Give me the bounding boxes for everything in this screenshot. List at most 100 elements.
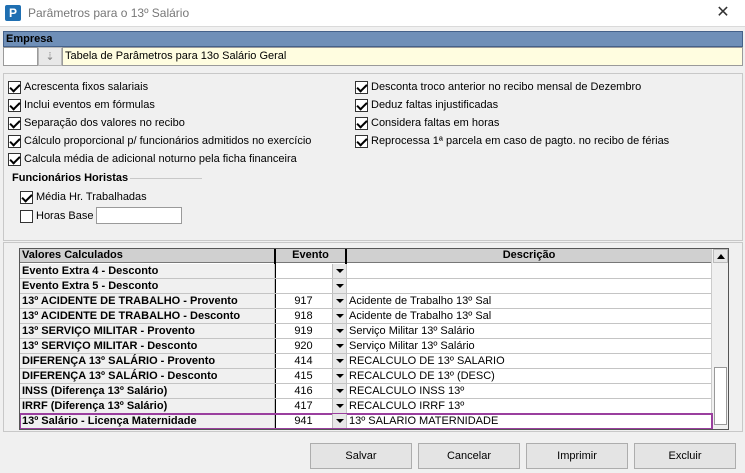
evento-value[interactable]: 919 (275, 324, 332, 338)
table-row[interactable]: Evento Extra 4 - Desconto (20, 264, 712, 279)
chevron-down-icon[interactable] (332, 324, 346, 338)
cell-evento[interactable]: 415 (275, 369, 347, 383)
checkbox-box[interactable] (355, 98, 368, 112)
cell-valor-calculado[interactable]: Evento Extra 5 - Desconto (20, 279, 275, 293)
chevron-down-icon[interactable] (332, 369, 346, 383)
cell-valor-calculado[interactable]: 13º ACIDENTE DE TRABALHO - Provento (20, 294, 275, 308)
empresa-name-field[interactable]: Tabela de Parâmetros para 13o Salário Ge… (62, 47, 743, 66)
table-row[interactable]: 13º ACIDENTE DE TRABALHO - Desconto 918 Ac… (20, 309, 712, 324)
empresa-code-field[interactable] (3, 47, 38, 66)
cell-descricao[interactable]: RECALCULO DE 13º (DESC) (347, 369, 712, 383)
table-row[interactable]: INSS (Diferença 13º Salário) 416 RECALCULO… (20, 384, 712, 399)
chevron-down-icon[interactable] (332, 414, 346, 428)
checkbox-box[interactable] (355, 80, 368, 94)
cell-descricao[interactable]: RECALCULO DE 13º SALARIO (347, 354, 712, 368)
cell-evento[interactable] (275, 279, 347, 293)
evento-value[interactable] (275, 279, 332, 293)
cancelar-button[interactable]: Cancelar (418, 443, 520, 469)
table-row[interactable]: 13º SERVIÇO MILITAR - Provento 919 Serviço… (20, 324, 712, 339)
scroll-thumb[interactable] (714, 367, 727, 425)
cell-descricao[interactable] (347, 279, 712, 293)
horas-base-input[interactable] (96, 207, 182, 224)
cell-descricao[interactable]: Serviço Militar 13º Salário (347, 339, 712, 353)
table-row[interactable]: DIFERENÇA 13º SALÁRIO - Desconto 415 RECAL… (20, 369, 712, 384)
chevron-down-icon[interactable] (332, 279, 346, 293)
evento-value[interactable]: 414 (275, 354, 332, 368)
chevron-down-icon[interactable] (332, 294, 346, 308)
evento-value[interactable]: 415 (275, 369, 332, 383)
checkbox-horas-base[interactable]: Horas Base (20, 209, 93, 223)
scroll-up-icon[interactable] (713, 249, 728, 263)
cell-valor-calculado[interactable]: 13º SERVIÇO MILITAR - Provento (20, 324, 275, 338)
cell-valor-calculado[interactable]: INSS (Diferença 13º Salário) (20, 384, 275, 398)
chevron-down-icon[interactable] (332, 339, 346, 353)
checkbox-desconta-troco[interactable]: Desconta troco anterior no recibo mensal… (355, 80, 641, 94)
checkbox-separacao-valores[interactable]: Separação dos valores no recibo (8, 116, 185, 130)
cell-evento[interactable]: 416 (275, 384, 347, 398)
table-row[interactable]: 13º Salário - Licença Maternidade 941 13º … (20, 413, 713, 429)
evento-value[interactable] (275, 264, 332, 278)
cell-valor-calculado[interactable]: DIFERENÇA 13º SALÁRIO - Desconto (20, 369, 275, 383)
cell-valor-calculado[interactable]: Evento Extra 4 - Desconto (20, 264, 275, 278)
checkbox-box[interactable] (8, 134, 21, 148)
cell-evento[interactable] (275, 264, 347, 278)
checkbox-media-adicional-noturno[interactable]: Calcula média de adicional noturno pela … (8, 152, 297, 166)
chevron-down-icon[interactable] (332, 354, 346, 368)
evento-value[interactable]: 920 (275, 339, 332, 353)
header-descricao[interactable]: Descrição (347, 249, 712, 263)
table-row[interactable]: IRRF (Diferença 13º Salário) 417 RECALCULO… (20, 399, 712, 414)
cell-evento[interactable]: 918 (275, 309, 347, 323)
cell-valor-calculado[interactable]: IRRF (Diferença 13º Salário) (20, 399, 275, 413)
checkbox-box[interactable] (8, 80, 21, 94)
cell-valor-calculado[interactable]: DIFERENÇA 13º SALÁRIO - Provento (20, 354, 275, 368)
valores-grid[interactable]: Valores Calculados Evento Descrição Even… (19, 248, 729, 430)
table-row[interactable]: 13º ACIDENTE DE TRABALHO - Provento 917 Ac… (20, 294, 712, 309)
cell-evento[interactable]: 941 (275, 414, 347, 428)
cell-descricao[interactable]: RECALCULO IRRF 13º (347, 399, 712, 413)
imprimir-button[interactable]: Imprimir (526, 443, 628, 469)
chevron-down-icon[interactable] (332, 309, 346, 323)
table-row[interactable]: Evento Extra 5 - Desconto (20, 279, 712, 294)
chevron-down-icon[interactable] (332, 399, 346, 413)
checkbox-media-hr-trabalhadas[interactable]: Média Hr. Trabalhadas (20, 190, 147, 204)
cell-descricao[interactable]: RECALCULO INSS 13º (347, 384, 712, 398)
salvar-button[interactable]: Salvar (310, 443, 412, 469)
evento-value[interactable]: 941 (275, 414, 332, 428)
cell-evento[interactable]: 919 (275, 324, 347, 338)
checkbox-deduz-faltas[interactable]: Deduz faltas injustificadas (355, 98, 498, 112)
table-row[interactable]: DIFERENÇA 13º SALÁRIO - Provento 414 RECAL… (20, 354, 712, 369)
checkbox-box[interactable] (8, 152, 21, 166)
cell-evento[interactable]: 917 (275, 294, 347, 308)
download-icon[interactable]: ⇣ (38, 47, 62, 66)
cell-evento[interactable]: 920 (275, 339, 347, 353)
checkbox-box[interactable] (355, 116, 368, 130)
chevron-down-icon[interactable] (332, 384, 346, 398)
checkbox-box[interactable] (20, 190, 33, 204)
cell-descricao[interactable]: 13º SALARIO MATERNIDADE (347, 414, 712, 428)
cell-descricao[interactable]: Serviço Militar 13º Salário (347, 324, 712, 338)
checkbox-box[interactable] (20, 209, 33, 223)
checkbox-reprocessa-parcela[interactable]: Reprocessa 1ª parcela em caso de pagto. … (355, 134, 669, 148)
evento-value[interactable]: 917 (275, 294, 332, 308)
checkbox-inclui-eventos[interactable]: Inclui eventos em fórmulas (8, 98, 155, 112)
evento-value[interactable]: 918 (275, 309, 332, 323)
cell-evento[interactable]: 414 (275, 354, 347, 368)
header-evento[interactable]: Evento (275, 249, 347, 263)
cell-descricao[interactable]: Acidente de Trabalho 13º Sal (347, 294, 712, 308)
checkbox-calculo-proporcional[interactable]: Cálculo proporcional p/ funcionários adm… (8, 134, 311, 148)
cell-evento[interactable]: 417 (275, 399, 347, 413)
cell-descricao[interactable] (347, 264, 712, 278)
checkbox-acrescenta-fixos[interactable]: Acrescenta fixos salariais (8, 80, 148, 94)
vertical-scrollbar[interactable] (711, 249, 728, 429)
table-row[interactable]: 13º SERVIÇO MILITAR - Desconto 920 Serviço… (20, 339, 712, 354)
checkbox-box[interactable] (355, 134, 368, 148)
evento-value[interactable]: 417 (275, 399, 332, 413)
checkbox-box[interactable] (8, 98, 21, 112)
checkbox-faltas-horas[interactable]: Considera faltas em horas (355, 116, 499, 130)
excluir-button[interactable]: Excluir (634, 443, 736, 469)
cell-valor-calculado[interactable]: 13º SERVIÇO MILITAR - Desconto (20, 339, 275, 353)
cell-valor-calculado[interactable]: 13º Salário - Licença Maternidade (20, 414, 275, 428)
header-valores-calculados[interactable]: Valores Calculados (20, 249, 275, 263)
cell-valor-calculado[interactable]: 13º ACIDENTE DE TRABALHO - Desconto (20, 309, 275, 323)
chevron-down-icon[interactable] (332, 264, 346, 278)
